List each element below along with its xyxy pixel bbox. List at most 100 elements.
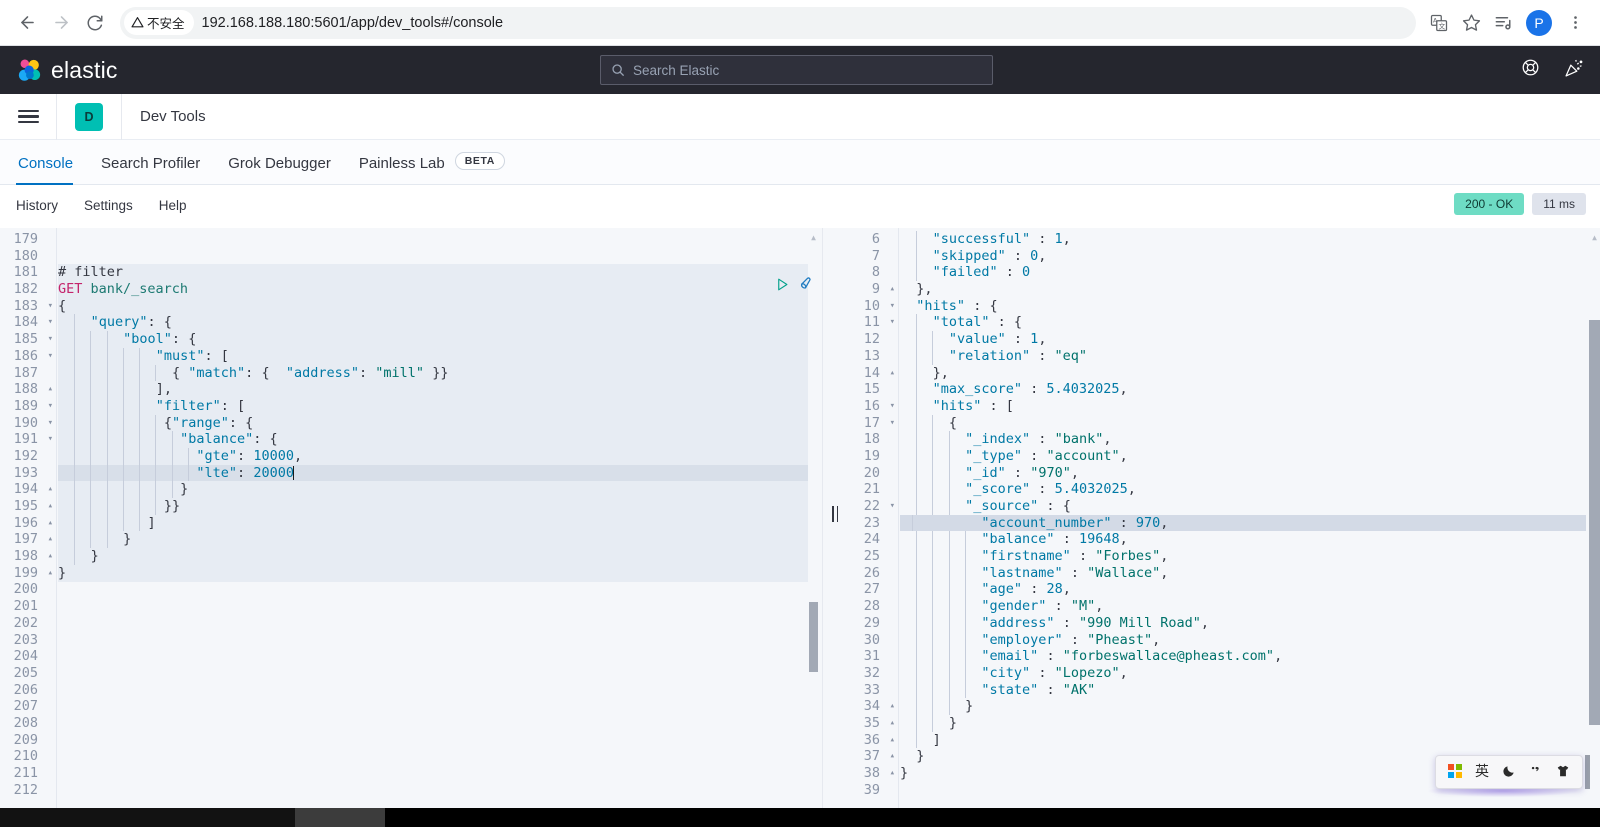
request-editor[interactable]: 179 180 181 182 183 ▾ 184 ▾ 185 ▾ 186 ▾ 187 188 ▴ 189 ▾ 1… bbox=[0, 228, 822, 808]
response-vertical-scrollbar[interactable]: ▲ bbox=[1587, 228, 1600, 808]
code-line[interactable]: "lastname" : "Wallace", bbox=[900, 564, 1586, 582]
profile-avatar[interactable]: P bbox=[1526, 9, 1552, 36]
fold-toggle[interactable]: ▴ bbox=[890, 715, 895, 732]
code-line[interactable]: "email" : "forbeswallace@pheast.com", bbox=[900, 648, 1586, 665]
fold-toggle[interactable]: ▴ bbox=[48, 565, 53, 582]
elastic-logo[interactable]: elastic bbox=[16, 57, 118, 84]
ime-skin-icon[interactable] bbox=[1556, 764, 1570, 780]
code-line[interactable]: { bbox=[58, 298, 808, 315]
code-line[interactable]: }, bbox=[900, 364, 1586, 382]
code-line[interactable]: "gte": 10000, bbox=[58, 447, 808, 465]
code-line[interactable]: "age" : 28, bbox=[900, 581, 1586, 599]
code-line[interactable]: "successful" : 1, bbox=[900, 231, 1586, 248]
fold-toggle[interactable]: ▾ bbox=[890, 298, 895, 315]
settings-link[interactable]: Settings bbox=[84, 198, 133, 213]
fold-toggle[interactable]: ▴ bbox=[890, 732, 895, 749]
code-line[interactable] bbox=[58, 598, 808, 615]
fold-toggle[interactable]: ▾ bbox=[48, 348, 53, 365]
reload-button[interactable] bbox=[78, 6, 112, 40]
fold-toggle[interactable]: ▴ bbox=[48, 515, 53, 532]
forward-button[interactable] bbox=[44, 6, 78, 40]
help-link[interactable]: Help bbox=[159, 198, 187, 213]
code-line[interactable]: "max_score" : 5.4032025, bbox=[900, 381, 1586, 398]
editor-code-lines[interactable]: # filter GET bank/_search{ "query": { "bo… bbox=[58, 231, 808, 808]
fold-toggle[interactable]: ▾ bbox=[48, 298, 53, 315]
site-security-chip[interactable]: 不安全 bbox=[124, 10, 194, 35]
code-line[interactable]: } bbox=[58, 565, 808, 582]
moon-icon[interactable] bbox=[1502, 764, 1516, 780]
code-line[interactable]: ] bbox=[900, 731, 1586, 749]
code-line[interactable]: { bbox=[900, 414, 1586, 432]
help-lifebuoy-icon[interactable] bbox=[1521, 58, 1540, 82]
code-line[interactable]: "balance" : 19648, bbox=[900, 531, 1586, 549]
windows-ime-logo-icon[interactable] bbox=[1448, 764, 1462, 780]
code-line[interactable]: "query": { bbox=[58, 314, 808, 332]
tab-grok-debugger[interactable]: Grok Debugger bbox=[214, 155, 345, 184]
fold-toggle[interactable]: ▾ bbox=[48, 431, 53, 448]
tab-search-profiler[interactable]: Search Profiler bbox=[87, 155, 214, 184]
hamburger-menu-icon[interactable] bbox=[0, 94, 56, 140]
code-line[interactable]: "total" : { bbox=[900, 314, 1586, 332]
fold-toggle[interactable]: ▾ bbox=[48, 331, 53, 348]
code-line[interactable] bbox=[58, 248, 808, 265]
back-button[interactable] bbox=[10, 6, 44, 40]
code-line[interactable] bbox=[58, 748, 808, 765]
code-line[interactable]: "balance": { bbox=[58, 431, 808, 448]
fold-toggle[interactable]: ▾ bbox=[48, 415, 53, 432]
code-line[interactable]: "skipped" : 0, bbox=[900, 247, 1586, 265]
code-line[interactable]: "bool": { bbox=[58, 331, 808, 348]
code-line[interactable]: "relation" : "eq" bbox=[900, 347, 1586, 365]
code-line[interactable] bbox=[58, 698, 808, 715]
pane-resize-handle[interactable] bbox=[830, 505, 840, 523]
code-line[interactable]: "failed" : 0 bbox=[900, 264, 1586, 282]
ime-toolbar[interactable]: 英 bbox=[1435, 755, 1583, 789]
fold-toggle[interactable]: ▴ bbox=[48, 481, 53, 498]
code-line[interactable]: }} bbox=[58, 498, 808, 515]
fold-toggle[interactable]: ▴ bbox=[890, 698, 895, 715]
fold-toggle[interactable]: ▴ bbox=[890, 365, 895, 382]
code-line[interactable]: ], bbox=[58, 381, 808, 398]
response-scrollbar-thumb[interactable] bbox=[1589, 320, 1600, 725]
tab-console[interactable]: Console bbox=[16, 155, 87, 185]
code-line[interactable]: GET bank/_search bbox=[58, 281, 808, 298]
code-line[interactable]: } bbox=[58, 548, 808, 565]
code-line[interactable]: "employer" : "Pheast", bbox=[900, 631, 1586, 649]
fold-toggle[interactable]: ▾ bbox=[890, 398, 895, 415]
fold-toggle[interactable]: ▾ bbox=[890, 498, 895, 515]
code-line[interactable]: "lte": 20000 bbox=[58, 464, 808, 482]
code-line[interactable] bbox=[58, 765, 808, 782]
code-line[interactable] bbox=[58, 581, 808, 598]
code-line[interactable]: {"range": { bbox=[58, 414, 808, 432]
code-line[interactable]: "_score" : 5.4032025, bbox=[900, 481, 1586, 498]
code-line[interactable]: { "match": { "address": "mill" }} bbox=[58, 364, 808, 382]
code-line[interactable]: "_source" : { bbox=[900, 498, 1586, 515]
code-line[interactable] bbox=[58, 665, 808, 682]
wrench-icon[interactable] bbox=[799, 276, 815, 297]
fold-toggle[interactable]: ▾ bbox=[890, 314, 895, 331]
reading-list-icon[interactable] bbox=[1488, 8, 1518, 38]
tab-painless-lab[interactable]: Painless Lab BETA bbox=[345, 152, 519, 184]
code-line[interactable] bbox=[58, 615, 808, 632]
history-link[interactable]: History bbox=[16, 198, 58, 213]
fold-toggle[interactable]: ▴ bbox=[890, 281, 895, 298]
code-line[interactable]: "hits" : { bbox=[900, 298, 1586, 315]
fold-toggle[interactable]: ▴ bbox=[890, 748, 895, 765]
code-line[interactable]: } bbox=[900, 714, 1586, 732]
code-line[interactable] bbox=[58, 648, 808, 665]
code-line[interactable]: "filter": [ bbox=[58, 397, 808, 415]
code-line[interactable]: } bbox=[58, 481, 808, 498]
editor-line-numbers[interactable]: 179 180 181 182 183 ▾ 184 ▾ 185 ▾ 186 ▾ 187 188 ▴ 189 ▾ 1… bbox=[0, 228, 57, 808]
editor-scrollbar-thumb[interactable] bbox=[809, 602, 818, 672]
code-line[interactable]: "city" : "Lopezo", bbox=[900, 664, 1586, 682]
code-line[interactable]: "state" : "AK" bbox=[900, 681, 1586, 699]
code-line[interactable]: "firstname" : "Forbes", bbox=[900, 548, 1586, 565]
code-line[interactable] bbox=[58, 682, 808, 699]
code-line[interactable]: } bbox=[900, 698, 1586, 715]
party-popper-icon[interactable] bbox=[1564, 58, 1584, 83]
code-line[interactable]: "_type" : "account", bbox=[900, 447, 1586, 465]
kebab-menu-icon[interactable] bbox=[1560, 8, 1590, 38]
code-line[interactable]: "must": [ bbox=[58, 347, 808, 365]
code-line[interactable]: "_id" : "970", bbox=[900, 464, 1586, 482]
translate-icon[interactable]: 文A bbox=[1424, 8, 1454, 38]
response-editor[interactable]: 6 7 8 9 ▴ 10 ▾ 11 ▾ 12 13 14 ▴ 15 16 ▾ 17 ▾ 18 19 20 21 22 ▾ 23 2… bbox=[847, 228, 1600, 808]
